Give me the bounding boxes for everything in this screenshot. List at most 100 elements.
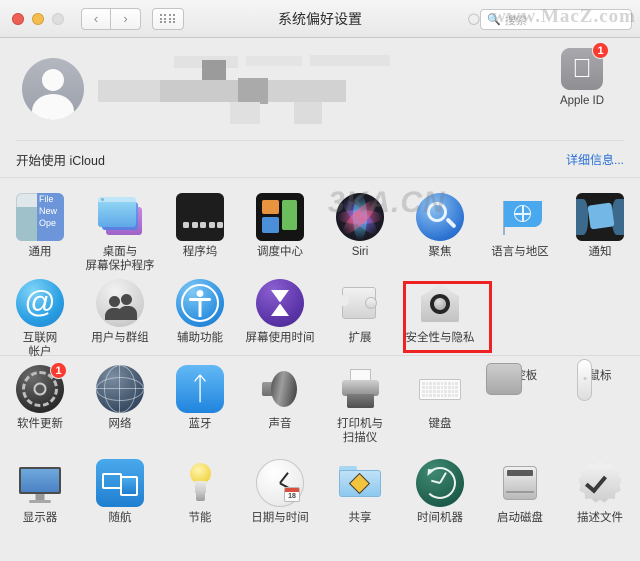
pref-pane-mission-control[interactable]: 调度中心	[240, 184, 320, 270]
pref-pane-accessibility[interactable]: 辅助功能	[160, 270, 240, 355]
empty-slot	[560, 270, 640, 355]
spotlight-icon	[416, 193, 464, 241]
pref-pane-printers-scanners[interactable]: 打印机与 扫描仪	[320, 356, 400, 450]
general-icon: File New Ope	[16, 193, 64, 241]
pref-pane-notifications[interactable]: 通知	[560, 184, 640, 270]
pref-pane-sidecar[interactable]: 随航	[80, 450, 160, 544]
navigation-buttons: ‹ ›	[81, 7, 141, 30]
pref-pane-bluetooth[interactable]: ᛏ 蓝牙	[160, 356, 240, 450]
pref-pane-users-groups[interactable]: 用户与群组	[80, 270, 160, 355]
pref-pane-trackpad[interactable]: 触控板	[480, 356, 560, 450]
account-name-redacted	[98, 54, 428, 124]
notifications-icon	[576, 193, 624, 241]
title-bar: ‹ › 系统偏好设置 🔍 搜索 ○ www.MacZ.com	[0, 0, 640, 38]
system-preferences-window: ‹ › 系统偏好设置 🔍 搜索 ○ www.MacZ.com 1 Apple I…	[0, 0, 640, 561]
pref-pane-displays[interactable]: 显示器	[0, 450, 80, 544]
pref-pane-extensions[interactable]: 扩展	[320, 270, 400, 355]
pref-pane-label: 打印机与 扫描仪	[337, 418, 383, 444]
displays-icon	[16, 459, 64, 507]
preferences-row: @ 互联网 帐户 用户与群组 辅助功能 屏幕使用时间 扩展 安全性与隐私	[0, 270, 640, 358]
pref-pane-label: 通用	[28, 246, 52, 258]
pref-pane-label: 扩展	[348, 332, 372, 344]
update-badge: 1	[50, 362, 67, 379]
pref-pane-time-machine[interactable]: 时间机器	[400, 450, 480, 544]
pref-pane-label: 显示器	[22, 512, 58, 524]
apple-glyph: 	[572, 55, 592, 81]
pref-pane-label: 描述文件	[577, 512, 623, 524]
pref-pane-screen-time[interactable]: 屏幕使用时间	[240, 270, 320, 355]
sound-icon	[256, 365, 304, 413]
profiles-icon	[576, 459, 624, 507]
pref-pane-label: 聚焦	[428, 246, 452, 258]
pref-pane-label: 网络	[108, 418, 132, 430]
pref-pane-label: 日期与时间	[251, 512, 309, 524]
forward-button[interactable]: ›	[111, 7, 141, 30]
pref-pane-energy-saver[interactable]: 节能	[160, 450, 240, 544]
apple-logo-icon:  1	[561, 42, 609, 90]
pref-pane-label: Siri	[351, 246, 369, 258]
pref-pane-general[interactable]: File New Ope 通用	[0, 184, 80, 270]
search-placeholder: 搜索	[504, 14, 527, 27]
pref-pane-label: 安全性与隐私	[405, 332, 475, 344]
mission-control-icon	[256, 193, 304, 241]
avatar-head	[42, 69, 64, 91]
avatar-body	[32, 94, 74, 120]
pref-pane-network[interactable]: 网络	[80, 356, 160, 450]
back-button[interactable]: ‹	[81, 7, 111, 30]
icloud-details-link[interactable]: 详细信息...	[566, 151, 624, 168]
empty-slot	[480, 270, 560, 355]
pref-pane-label: 随航	[108, 512, 132, 524]
pref-pane-label: 键盘	[428, 418, 452, 430]
keyboard-icon	[416, 365, 464, 413]
pref-pane-label: 启动磁盘	[497, 512, 543, 524]
pref-pane-sound[interactable]: 声音	[240, 356, 320, 450]
accessibility-icon	[176, 279, 224, 327]
preferences-row: 1 软件更新 网络 ᛏ 蓝牙 声音 打印机与 扫描仪 键盘 触控板鼠标	[0, 356, 640, 450]
close-button[interactable]	[12, 12, 24, 25]
pref-pane-siri[interactable]: Siri	[320, 184, 400, 270]
pref-pane-label: 语言与地区	[491, 246, 549, 258]
account-banner[interactable]:  1 Apple ID	[0, 38, 640, 140]
pref-pane-mouse[interactable]: 鼠标	[560, 356, 640, 450]
pref-pane-label: 时间机器	[417, 512, 463, 524]
pref-pane-label: 声音	[268, 418, 292, 430]
icloud-label: 开始使用 iCloud	[16, 153, 105, 168]
pref-pane-date-time[interactable]: 18 日期与时间	[240, 450, 320, 544]
search-input[interactable]: 🔍 搜索	[480, 9, 632, 30]
siri-icon	[336, 193, 384, 241]
icloud-row: 开始使用 iCloud 详细信息...	[16, 140, 624, 177]
pref-pane-label: 调度中心	[257, 246, 303, 258]
pref-pane-profiles[interactable]: 描述文件	[560, 450, 640, 544]
pref-pane-software-update[interactable]: 1 软件更新	[0, 356, 80, 450]
pref-pane-language-region[interactable]: 语言与地区	[480, 184, 560, 270]
extensions-icon	[336, 279, 384, 327]
pref-pane-dock[interactable]: 程序坞	[160, 184, 240, 270]
pref-pane-spotlight[interactable]: 聚焦	[400, 184, 480, 270]
network-icon	[96, 365, 144, 413]
pref-pane-desktop-screensaver[interactable]: 桌面与 屏幕保护程序	[80, 184, 160, 272]
date-time-icon: 18	[256, 459, 304, 507]
preferences-row: File New Ope 通用 桌面与 屏幕保护程序 程序坞 调度中心 Siri 聚焦 语言与地区…	[0, 184, 640, 272]
pref-pane-security-privacy[interactable]: 安全性与隐私	[400, 270, 480, 355]
pref-pane-label: 用户与群组	[91, 332, 149, 344]
printers-scanners-icon	[336, 365, 384, 413]
preferences-grid: File New Ope 通用 桌面与 屏幕保护程序 程序坞 调度中心 Siri 聚焦 语言与地区…	[0, 177, 640, 544]
pref-pane-startup-disk[interactable]: 启动磁盘	[480, 450, 560, 544]
minimize-button[interactable]	[32, 12, 44, 25]
pref-pane-keyboard[interactable]: 键盘	[400, 356, 480, 450]
dock-icon	[176, 193, 224, 241]
bluetooth-icon: ᛏ	[176, 365, 224, 413]
pref-pane-sharing[interactable]: 共享	[320, 450, 400, 544]
software-update-icon: 1	[16, 362, 67, 413]
energy-saver-icon	[176, 459, 224, 507]
apple-id-button[interactable]:  1 Apple ID	[544, 42, 620, 107]
pref-pane-label: 软件更新	[17, 418, 63, 430]
traffic-lights	[12, 12, 64, 25]
pref-pane-internet-accounts[interactable]: @ 互联网 帐户	[0, 270, 80, 358]
show-all-button[interactable]	[152, 7, 184, 30]
search-icon: 🔍	[487, 14, 501, 26]
zoom-button-disabled	[52, 12, 64, 25]
avatar[interactable]	[22, 58, 84, 120]
desktop-screensaver-icon	[96, 193, 144, 241]
users-groups-icon	[96, 279, 144, 327]
